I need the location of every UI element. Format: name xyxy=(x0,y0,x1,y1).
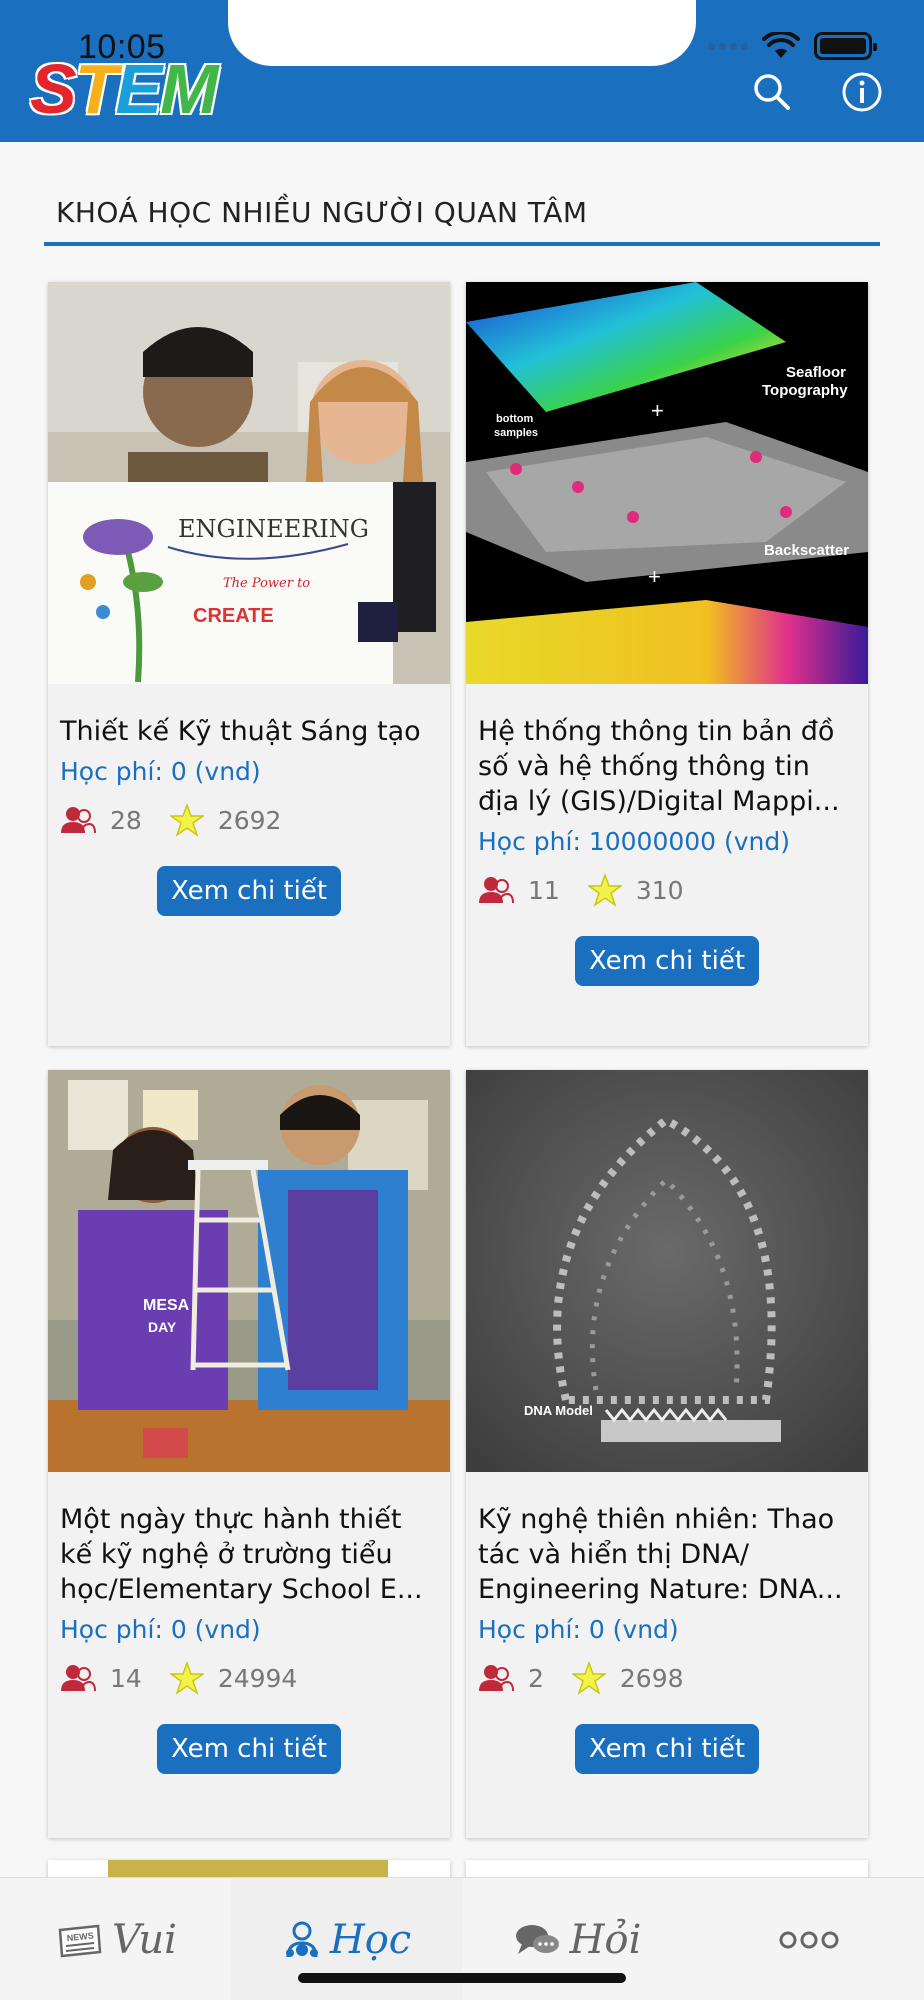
tab-label-hoi: Hỏi xyxy=(569,1916,642,1963)
course-price: Học phí: 10000000 (vnd) xyxy=(478,827,791,856)
poster-text-create: CREATE xyxy=(193,605,274,627)
tab-vui[interactable]: NEWS Vui xyxy=(0,1878,231,2000)
image-label-bottom: bottom xyxy=(496,413,533,425)
info-icon[interactable] xyxy=(840,70,884,114)
course-title: Một ngày thực hành thiết kế kỹ nghệ ở tr… xyxy=(60,1504,423,1605)
course-image: DNA Model xyxy=(466,1070,868,1472)
learners-count: 28 xyxy=(110,805,142,835)
star-icon xyxy=(169,803,204,837)
course-price: Học phí: 0 (vnd) xyxy=(60,757,261,786)
status-time: 10:05 xyxy=(78,28,166,66)
course-price: Học phí: 0 (vnd) xyxy=(60,1615,261,1644)
course-title: Thiết kế Kỹ thuật Sáng tạo xyxy=(60,716,421,747)
news-icon: NEWS xyxy=(58,1924,102,1957)
course-stats: 2 2698 xyxy=(466,1658,868,1698)
view-detail-button[interactable]: Xem chi tiết xyxy=(574,1724,760,1774)
course-stats: 14 24994 xyxy=(48,1658,450,1698)
course-card[interactable]: ENGINEERING The Power to CREATE Thiết kế… xyxy=(48,282,450,1046)
view-detail-button[interactable]: Xem chi tiết xyxy=(156,1724,342,1774)
cellular-signal-icon xyxy=(708,42,748,50)
learn-icon xyxy=(285,1921,318,1957)
rating-count: 310 xyxy=(635,875,684,905)
rating-count: 2698 xyxy=(619,1663,684,1693)
course-card[interactable]: Seafloor Topography + bottom samples Bac… xyxy=(466,282,868,1046)
course-image: Seafloor Topography + bottom samples Bac… xyxy=(466,282,868,684)
image-label-backscatter: Backscatter xyxy=(764,542,849,559)
course-title: Kỹ nghệ thiên nhiên: Thao tác và hiển th… xyxy=(478,1504,843,1605)
learners-icon xyxy=(61,807,96,834)
course-card[interactable]: MESA DAY Một ngày thực hành thiết kế kỹ … xyxy=(48,1070,450,1838)
course-image: ENGINEERING The Power to CREATE xyxy=(48,282,450,684)
section-title: KHOÁ HỌC NHIỀU NGƯỜI QUAN TÂM xyxy=(56,196,588,229)
image-plus-1: + xyxy=(651,398,664,423)
course-image: MESA DAY xyxy=(48,1070,450,1472)
course-stats: 28 2692 xyxy=(48,800,450,840)
chat-icon xyxy=(515,1924,559,1954)
course-title: Hệ thống thông tin bản đồ số và hệ thống… xyxy=(478,716,840,817)
shirt-text-day: DAY xyxy=(148,1319,177,1335)
course-price: Học phí: 0 (vnd) xyxy=(478,1615,679,1644)
app-screen: 10:05 S T E M KHOÁ HỌC NHIỀU NGƯỜI QUAN … xyxy=(0,0,924,2000)
poster-text-power: The Power to xyxy=(223,576,310,591)
home-indicator[interactable] xyxy=(298,1973,626,1983)
poster-text-engineering: ENGINEERING xyxy=(178,515,369,543)
view-detail-button[interactable]: Xem chi tiết xyxy=(156,866,342,916)
image-label-dna-model: DNA Model xyxy=(524,1403,593,1418)
status-indicators xyxy=(708,32,877,60)
logo-letter-s: S xyxy=(30,50,77,128)
course-stats: 11 310 xyxy=(466,870,868,910)
rating-count: 2692 xyxy=(217,805,282,835)
course-card[interactable]: DNA Model Kỹ nghệ thiên nhiên: Thao tác … xyxy=(466,1070,868,1838)
tab-more[interactable] xyxy=(693,1878,924,2000)
image-plus-2: + xyxy=(648,564,661,589)
tab-label-hoc: Học xyxy=(329,1916,412,1963)
search-icon[interactable] xyxy=(750,70,794,114)
learners-count: 2 xyxy=(528,1663,544,1693)
star-icon xyxy=(571,1661,606,1695)
star-icon xyxy=(169,1661,204,1695)
image-label-topography: Topography xyxy=(762,382,848,399)
image-label-samples: samples xyxy=(494,427,538,439)
learners-count: 14 xyxy=(110,1663,142,1693)
shirt-text-mesa: MESA xyxy=(143,1297,190,1314)
tab-label-vui: Vui xyxy=(112,1916,177,1963)
learners-icon xyxy=(479,877,514,904)
wifi-icon xyxy=(762,32,800,58)
rating-count: 24994 xyxy=(217,1663,298,1693)
battery-icon xyxy=(814,32,877,60)
learners-icon xyxy=(61,1665,96,1692)
image-label-seafloor: Seafloor xyxy=(786,364,846,381)
more-icon xyxy=(779,1931,838,1948)
logo-letter-m: M xyxy=(160,50,218,128)
view-detail-button[interactable]: Xem chi tiết xyxy=(574,936,760,986)
section-divider xyxy=(44,242,880,246)
learners-icon xyxy=(479,1665,514,1692)
star-icon xyxy=(587,873,622,907)
learners-count: 11 xyxy=(528,875,560,905)
device-notch xyxy=(228,0,696,66)
